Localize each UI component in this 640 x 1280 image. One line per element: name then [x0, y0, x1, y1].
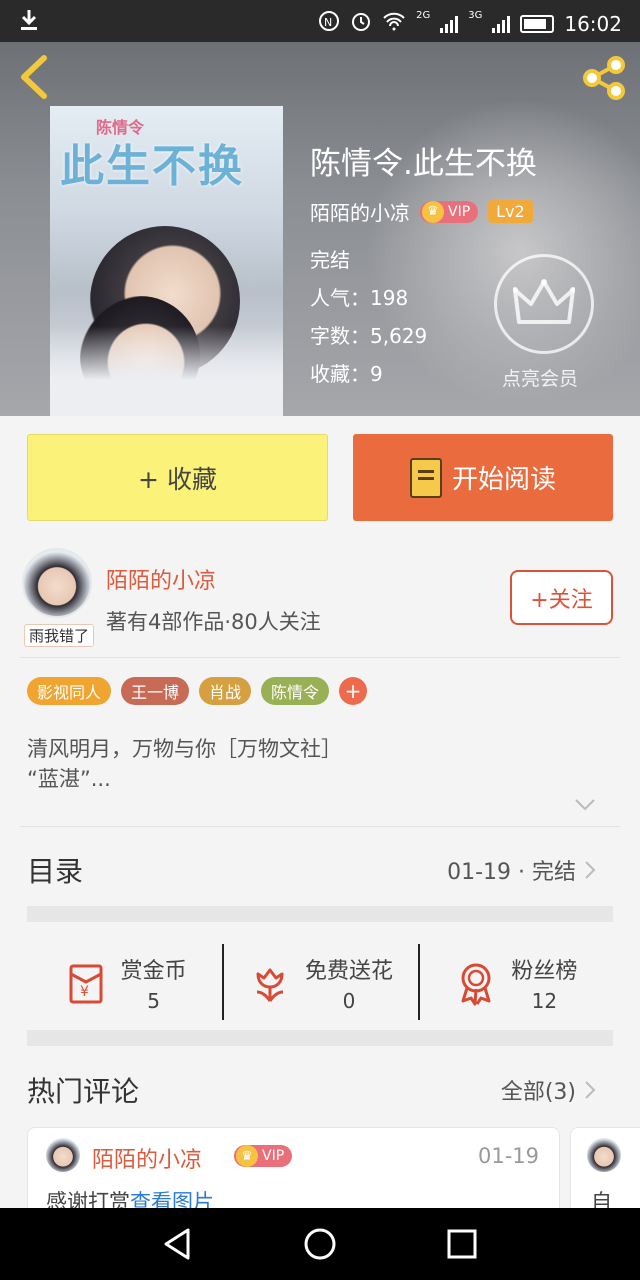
book-description[interactable]: 清风明月，万物与你［万物文社］ “蓝湛”...: [27, 734, 607, 794]
hot-comments-label: 热门评论: [27, 1075, 140, 1108]
tag-item[interactable]: 肖战: [199, 677, 252, 705]
clock: 16:02: [564, 11, 622, 36]
vip-badge: ♛ VIP: [234, 1145, 293, 1167]
chevron-down-icon[interactable]: [574, 798, 596, 812]
book-author[interactable]: 陌陌的小凉: [310, 197, 410, 226]
reward-bar: ¥ 赏金币 5 免费送花 0 粉丝榜 12: [27, 940, 613, 1026]
start-reading-label: 开始阅读: [451, 465, 556, 495]
book-status: 完结: [310, 248, 350, 272]
author-avatar[interactable]: [22, 548, 92, 618]
back-button[interactable]: [14, 54, 54, 100]
reward-value: 12: [531, 989, 558, 1013]
system-nav-bar: [0, 1208, 640, 1280]
wifi-icon: [382, 11, 406, 36]
chevron-right-icon: [585, 1081, 596, 1099]
divider: [20, 657, 620, 658]
network-2g-label: 2G: [416, 10, 431, 21]
crown-icon: [513, 279, 575, 324]
recents-square-icon[interactable]: [444, 1226, 480, 1262]
flower-icon: [256, 968, 284, 1002]
alarm-icon: [350, 10, 372, 37]
description-line: “蓝湛”...: [27, 767, 111, 791]
status-bar: N 2G 3G 16:02: [0, 0, 640, 42]
book-cover[interactable]: 陈情令 此生不换: [50, 106, 283, 416]
add-tag-button[interactable]: +: [339, 677, 368, 705]
signal-icon-2: [492, 15, 511, 33]
collect-button[interactable]: + 收藏: [27, 434, 328, 521]
home-circle-icon[interactable]: [302, 1226, 338, 1262]
commenter-avatar[interactable]: [46, 1138, 80, 1172]
book-header: 陈情令 此生不换 陈情令.此生不换 陌陌的小凉 ♛ VIP Lv2 完结 人气：…: [0, 42, 640, 416]
svg-text:¥: ¥: [80, 984, 89, 1000]
description-line: 清风明月，万物与你［万物文社］: [27, 737, 342, 761]
catalog-info[interactable]: 01-19 · 完结: [447, 854, 596, 886]
author-name[interactable]: 陌陌的小凉: [106, 563, 216, 595]
download-icon: [18, 8, 40, 37]
vip-badge: ♛ VIP: [420, 200, 479, 223]
medal-icon: [461, 963, 491, 1006]
reward-flowers[interactable]: 免费送花 0: [222, 940, 417, 1026]
tag-item[interactable]: 影视同人: [27, 677, 112, 705]
comment-date: 01-19: [477, 1144, 539, 1168]
tag-item[interactable]: 王一博: [121, 677, 190, 705]
network-3g-label: 3G: [468, 10, 483, 21]
reward-name: 免费送花: [304, 959, 393, 984]
commenter-name[interactable]: 陌陌的小凉: [92, 1142, 202, 1174]
crown-icon: ♛: [236, 1145, 258, 1167]
share-icon: [583, 56, 625, 100]
red-envelope-icon: ¥: [69, 964, 103, 1004]
chevron-left-icon: [21, 55, 47, 99]
chevron-right-icon: [585, 861, 596, 879]
all-comments-link[interactable]: 全部(3): [501, 1074, 596, 1106]
signal-icon: [440, 15, 459, 33]
catalog-info-text: 01-19 · 完结: [447, 860, 576, 885]
book-title: 陈情令.此生不换: [310, 146, 537, 182]
back-triangle-icon[interactable]: [160, 1226, 196, 1262]
author-info: 著有4部作品·80人关注: [106, 610, 321, 634]
follow-button[interactable]: +关注: [510, 570, 613, 625]
share-button[interactable]: [580, 54, 628, 102]
all-comments-text: 全部(3): [500, 1080, 576, 1105]
commenter-avatar[interactable]: [587, 1138, 621, 1172]
book-author-row: 陌陌的小凉 ♛ VIP Lv2: [310, 197, 533, 226]
divider: [20, 826, 620, 827]
avatar-tag: 雨我错了: [24, 624, 95, 647]
cover-title: 此生不换: [60, 141, 244, 192]
reward-fans[interactable]: 粉丝榜 12: [417, 940, 613, 1026]
book-word-count: 字数：5,629: [310, 324, 428, 348]
book-icon: [409, 457, 442, 498]
member-label: 点亮会员: [502, 368, 579, 390]
tag-list: 影视同人 王一博 肖战 陈情令 +: [27, 677, 368, 705]
nfc-icon: N: [318, 10, 340, 37]
book-popularity: 人气：198: [310, 286, 409, 310]
reward-value: 5: [147, 989, 161, 1013]
reward-name: 粉丝榜: [511, 959, 578, 984]
catalog-label[interactable]: 目录: [27, 850, 83, 890]
tag-item[interactable]: 陈情令: [261, 677, 330, 705]
reward-name: 赏金币: [120, 959, 187, 984]
battery-icon: [520, 14, 555, 33]
book-favorites: 收藏：9: [310, 362, 383, 386]
start-reading-button[interactable]: 开始阅读: [353, 434, 613, 521]
svg-text:N: N: [324, 16, 332, 29]
reward-coins[interactable]: ¥ 赏金币 5: [27, 940, 222, 1026]
reward-value: 0: [342, 989, 356, 1013]
member-button[interactable]: [494, 254, 594, 354]
level-badge: Lv2: [488, 200, 533, 223]
crown-icon: ♛: [422, 200, 444, 223]
